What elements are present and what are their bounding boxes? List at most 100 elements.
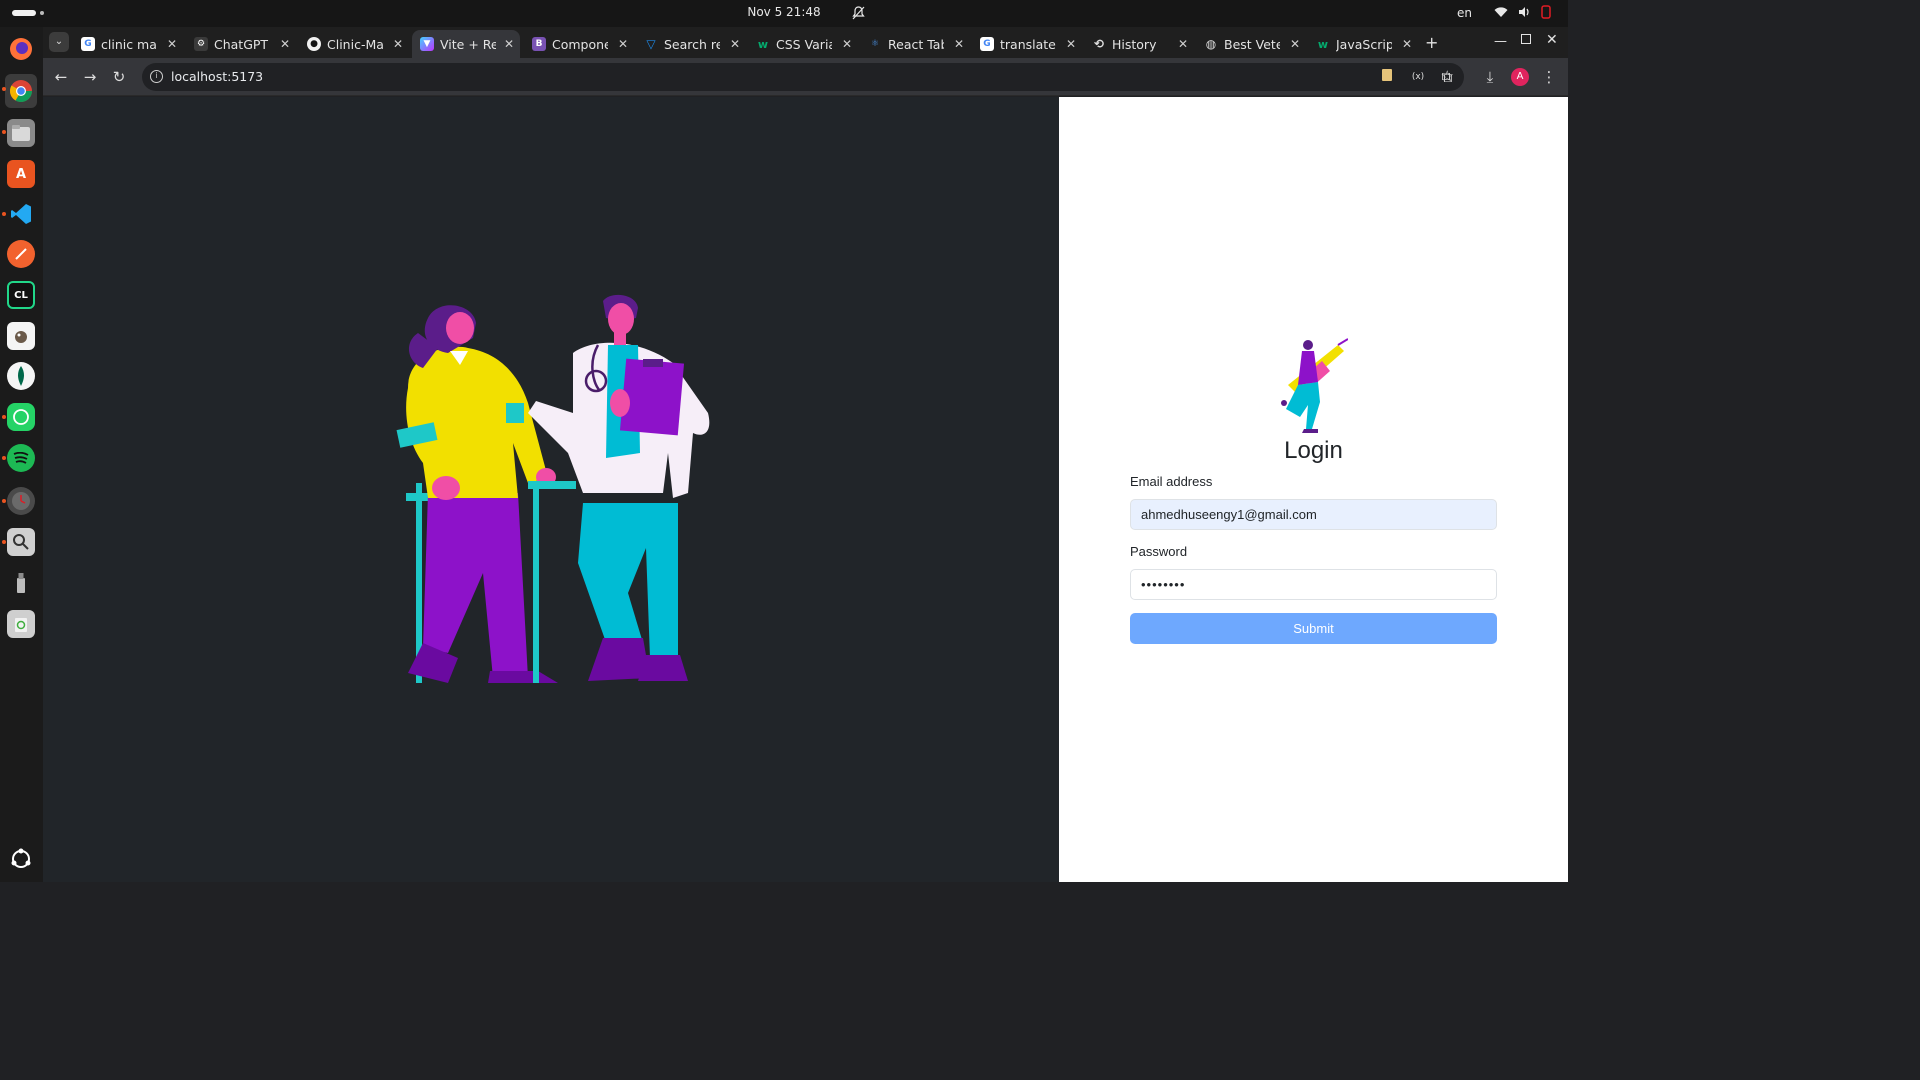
tab-github-clinic[interactable]: ● Clinic-Mar ✕ [299, 30, 409, 58]
close-icon[interactable]: ✕ [1066, 37, 1076, 51]
usb-drive-icon[interactable] [7, 569, 35, 597]
tab-translate[interactable]: G translates ✕ [972, 30, 1082, 58]
trash-icon[interactable] [7, 610, 35, 638]
login-title: Login [1284, 437, 1343, 464]
clion-icon[interactable]: CL [7, 281, 35, 309]
forward-arrow-icon[interactable]: → [81, 68, 99, 86]
password-field[interactable] [1130, 569, 1497, 600]
notifications-muted-icon[interactable] [852, 6, 865, 23]
minimize-button[interactable]: — [1494, 34, 1507, 49]
address-bar[interactable]: i localhost:5173 ☆ [142, 63, 1464, 91]
browser-toolbar: ← → ↻ i localhost:5173 ☆ (x) ⧉ ⤓ A ⋮ [43, 58, 1568, 96]
gimp-icon[interactable] [7, 322, 35, 350]
github-icon: ● [307, 37, 321, 51]
tab-css-variables[interactable]: w CSS Varia ✕ [748, 30, 858, 58]
login-panel: Login Email address Password Submit [1059, 97, 1568, 882]
running-indicator [2, 130, 6, 134]
close-icon[interactable]: ✕ [167, 37, 177, 51]
url-text: localhost:5173 [171, 69, 264, 84]
tab-label: ChatGPT [214, 36, 269, 52]
globe-icon: ◍ [1205, 37, 1217, 51]
tab-label: Compone [552, 36, 608, 52]
firefox-icon[interactable] [7, 35, 35, 63]
chrome-icon[interactable] [5, 74, 37, 108]
email-field[interactable] [1130, 499, 1497, 530]
email-label: Email address [1130, 474, 1213, 489]
system-clock[interactable]: Nov 5 21:48 [0, 5, 1568, 19]
tab-vite-react[interactable]: ▼ Vite + Rea ✕ [412, 30, 520, 58]
application-dock: A CL [0, 27, 43, 882]
syringe-nurse-illustration [1281, 338, 1348, 433]
profile-avatar[interactable]: A [1511, 68, 1529, 86]
close-icon[interactable]: ✕ [1402, 37, 1412, 51]
extensions-puzzle-icon[interactable]: ⧉ [1438, 68, 1456, 86]
search-icon[interactable] [7, 528, 35, 556]
tab-react-table[interactable]: ⚛ React Tab ✕ [860, 30, 970, 58]
clock-icon[interactable] [7, 487, 35, 515]
bootstrap-icon: B [532, 37, 546, 51]
reload-icon[interactable]: ↻ [110, 68, 128, 86]
vscode-icon[interactable] [7, 200, 35, 228]
tab-history[interactable]: ⟲ History ✕ [1084, 30, 1194, 58]
tab-label: translates [1000, 36, 1056, 52]
tab-search-results[interactable]: ▽ Search re ✕ [636, 30, 746, 58]
close-icon[interactable]: ✕ [618, 37, 628, 51]
close-icon[interactable]: ✕ [280, 37, 290, 51]
submit-button[interactable]: Submit [1130, 613, 1497, 644]
close-icon[interactable]: ✕ [393, 37, 403, 51]
new-tab-button[interactable]: + [1425, 33, 1438, 52]
google-icon: G [980, 37, 994, 51]
system-top-bar: Nov 5 21:48 en [0, 0, 1568, 27]
doctor-patient-illustration [396, 294, 710, 683]
spotify-icon[interactable] [7, 444, 35, 472]
tab-bootstrap-components[interactable]: B Compone ✕ [524, 30, 634, 58]
close-icon[interactable]: ✕ [1178, 37, 1188, 51]
tab-label: JavaScrip [1336, 36, 1392, 52]
files-icon[interactable] [7, 119, 35, 147]
language-indicator[interactable]: en [1457, 6, 1472, 20]
tab-label: clinic man [101, 36, 157, 52]
extension-notes-icon[interactable] [1378, 68, 1396, 86]
power-icon[interactable] [1541, 5, 1551, 22]
browser-menu-icon[interactable]: ⋮ [1540, 68, 1558, 86]
w3schools-icon: w [1317, 37, 1329, 51]
tab-label: Search re [664, 36, 720, 52]
mongodb-compass-icon[interactable] [7, 362, 35, 390]
site-info-icon[interactable]: i [150, 70, 163, 83]
close-icon[interactable]: ✕ [1290, 37, 1300, 51]
whatsapp-icon[interactable] [7, 403, 35, 431]
vite-icon: ▼ [420, 37, 434, 51]
close-icon[interactable]: ✕ [954, 37, 964, 51]
show-apps-icon[interactable] [7, 845, 35, 873]
software-store-icon[interactable]: A [7, 160, 35, 188]
tab-label: History [1112, 36, 1157, 52]
google-icon: G [81, 37, 95, 51]
restore-button[interactable] [1521, 34, 1531, 44]
close-icon[interactable]: ✕ [504, 37, 514, 51]
password-label: Password [1130, 544, 1188, 559]
running-indicator [2, 87, 6, 91]
running-indicator [2, 456, 6, 460]
tab-best-vet[interactable]: ◍ Best Vete ✕ [1196, 30, 1306, 58]
tab-search-button[interactable]: ⌄ [49, 32, 69, 52]
tab-label: Vite + Rea [440, 36, 496, 52]
tab-chatgpt[interactable]: ⚙ ChatGPT ✕ [186, 30, 296, 58]
back-arrow-icon[interactable]: ← [52, 68, 70, 86]
tab-clinic-management[interactable]: G clinic man ✕ [73, 30, 183, 58]
close-window-button[interactable]: ✕ [1546, 32, 1558, 48]
close-icon[interactable]: ✕ [842, 37, 852, 51]
volume-icon[interactable] [1518, 6, 1531, 21]
tab-label: CSS Varia [776, 36, 832, 52]
tab-label: Best Vete [1224, 36, 1280, 52]
running-indicator [2, 212, 6, 216]
system-tray[interactable] [1494, 5, 1551, 22]
running-indicator [2, 415, 6, 419]
tab-javascript[interactable]: w JavaScrip ✕ [1308, 30, 1418, 58]
illustration-panel [43, 97, 1059, 882]
close-icon[interactable]: ✕ [730, 37, 740, 51]
react-icon: ⚛ [870, 39, 880, 49]
postman-icon[interactable] [7, 240, 35, 268]
extension-code-icon[interactable]: (x) [1409, 68, 1427, 86]
wifi-icon[interactable] [1494, 6, 1508, 21]
downloads-icon[interactable]: ⤓ [1481, 68, 1499, 86]
